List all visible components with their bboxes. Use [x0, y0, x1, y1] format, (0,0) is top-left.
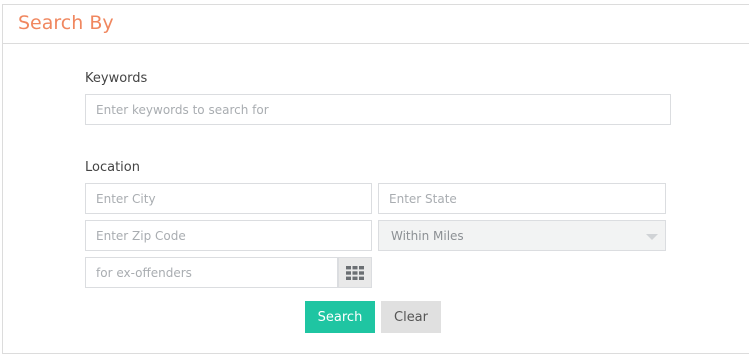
- keywords-label: Keywords: [85, 71, 148, 86]
- search-button[interactable]: Search: [305, 301, 375, 333]
- clear-button[interactable]: Clear: [381, 301, 441, 333]
- category-input[interactable]: [85, 257, 338, 288]
- panel-title: Search By: [18, 12, 114, 34]
- panel-header: Search By: [3, 5, 749, 44]
- keywords-input[interactable]: [85, 94, 671, 125]
- chevron-down-icon: [646, 234, 658, 240]
- within-miles-select[interactable]: Within Miles: [378, 220, 666, 251]
- state-input[interactable]: [378, 183, 666, 214]
- location-label: Location: [85, 160, 140, 175]
- category-picker-button[interactable]: [338, 257, 372, 288]
- grid-icon: [346, 265, 364, 280]
- city-input[interactable]: [85, 183, 372, 214]
- search-panel: Search By Keywords Location Within Miles…: [2, 4, 749, 354]
- zip-code-input[interactable]: [85, 220, 372, 251]
- within-miles-label: Within Miles: [391, 228, 464, 243]
